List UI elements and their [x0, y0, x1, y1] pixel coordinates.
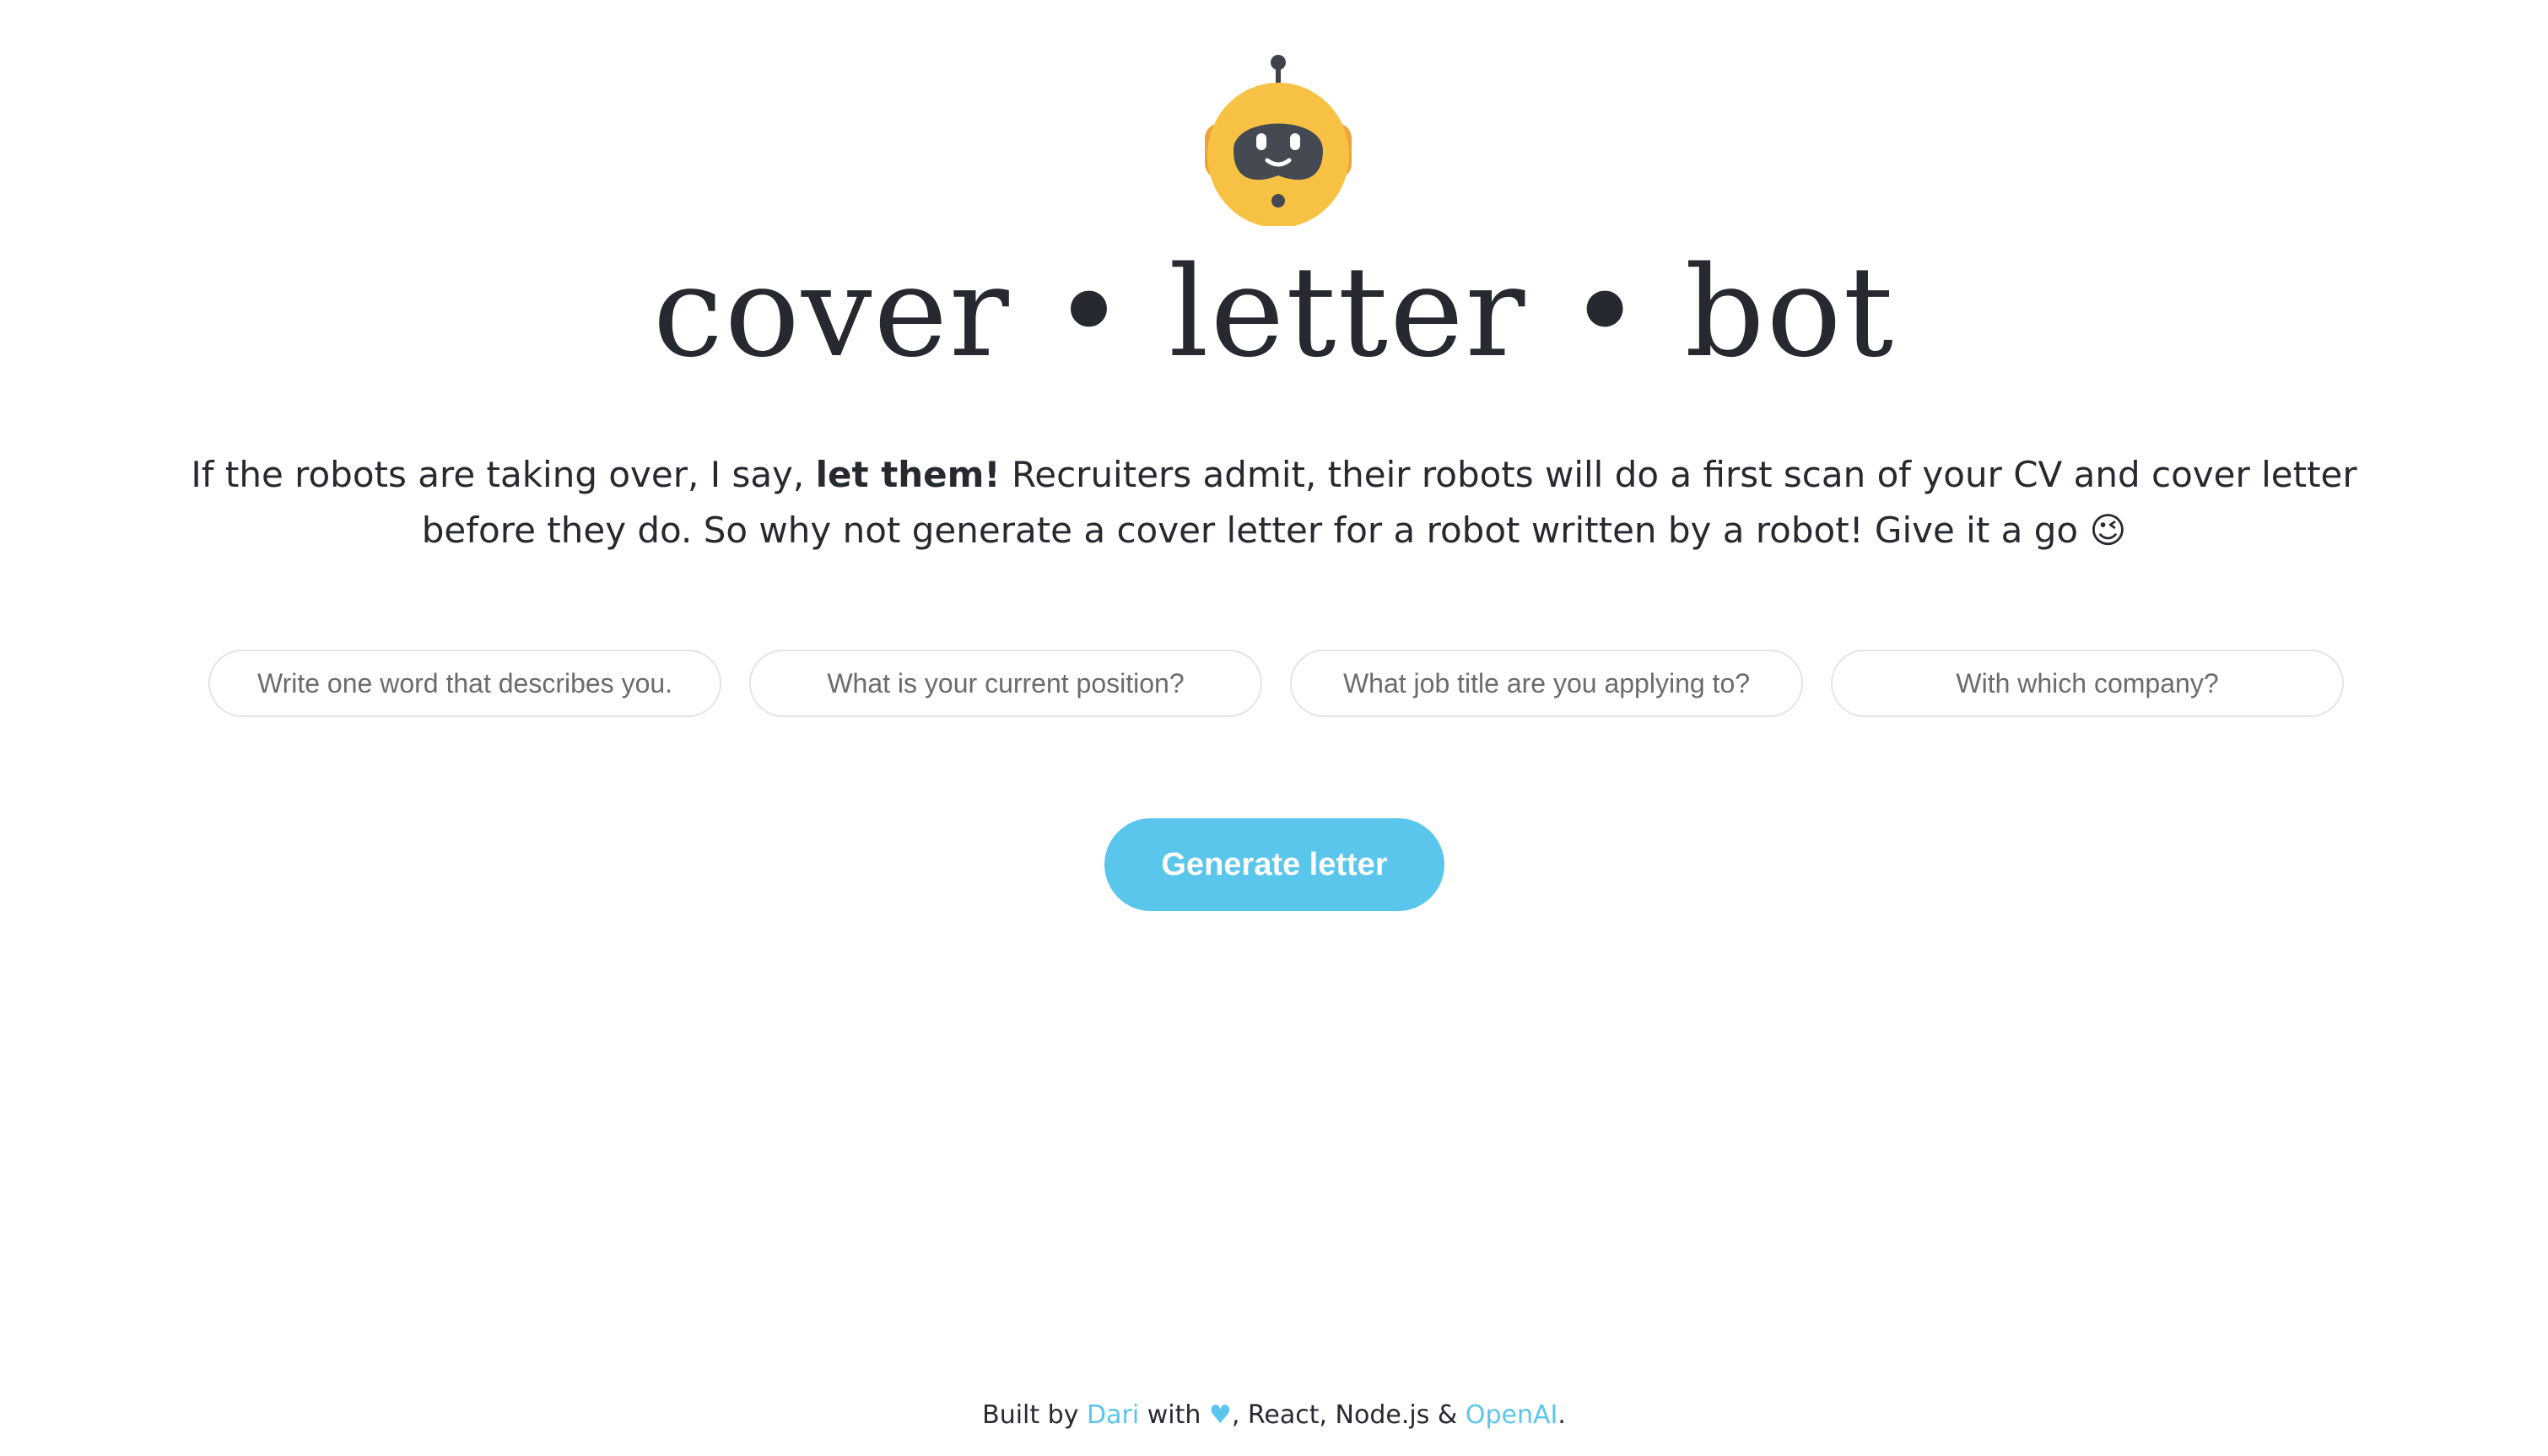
wink-emoji-icon: 😉 — [2089, 510, 2127, 551]
intro-text: If the robots are taking over, I say, le… — [169, 447, 2379, 558]
intro-text-bold: let them! — [815, 454, 1001, 495]
generate-letter-button[interactable]: Generate letter — [1104, 818, 1444, 911]
input-row — [208, 650, 2360, 717]
footer-end: . — [1557, 1400, 1566, 1430]
footer-with: with — [1139, 1400, 1209, 1430]
robot-icon — [1205, 55, 1352, 226]
robot-logo-icon — [1190, 49, 1367, 226]
job-title-input[interactable] — [1290, 650, 1803, 717]
current-position-input[interactable] — [749, 650, 1262, 717]
describe-yourself-input[interactable] — [208, 650, 721, 717]
intro-text-part1: If the robots are taking over, I say, — [191, 454, 816, 495]
footer-built-by: Built by — [982, 1400, 1088, 1430]
footer: Built by Dari with ♥, React, Node.js & O… — [0, 1397, 2548, 1434]
company-input[interactable] — [1831, 650, 2344, 717]
heart-icon: ♥ — [1208, 1400, 1232, 1430]
openai-link[interactable]: OpenAI — [1466, 1400, 1558, 1430]
author-link[interactable]: Dari — [1087, 1400, 1139, 1430]
page-title: cover • letter • bot — [652, 240, 1896, 385]
footer-tech: , React, Node.js & — [1231, 1400, 1466, 1430]
